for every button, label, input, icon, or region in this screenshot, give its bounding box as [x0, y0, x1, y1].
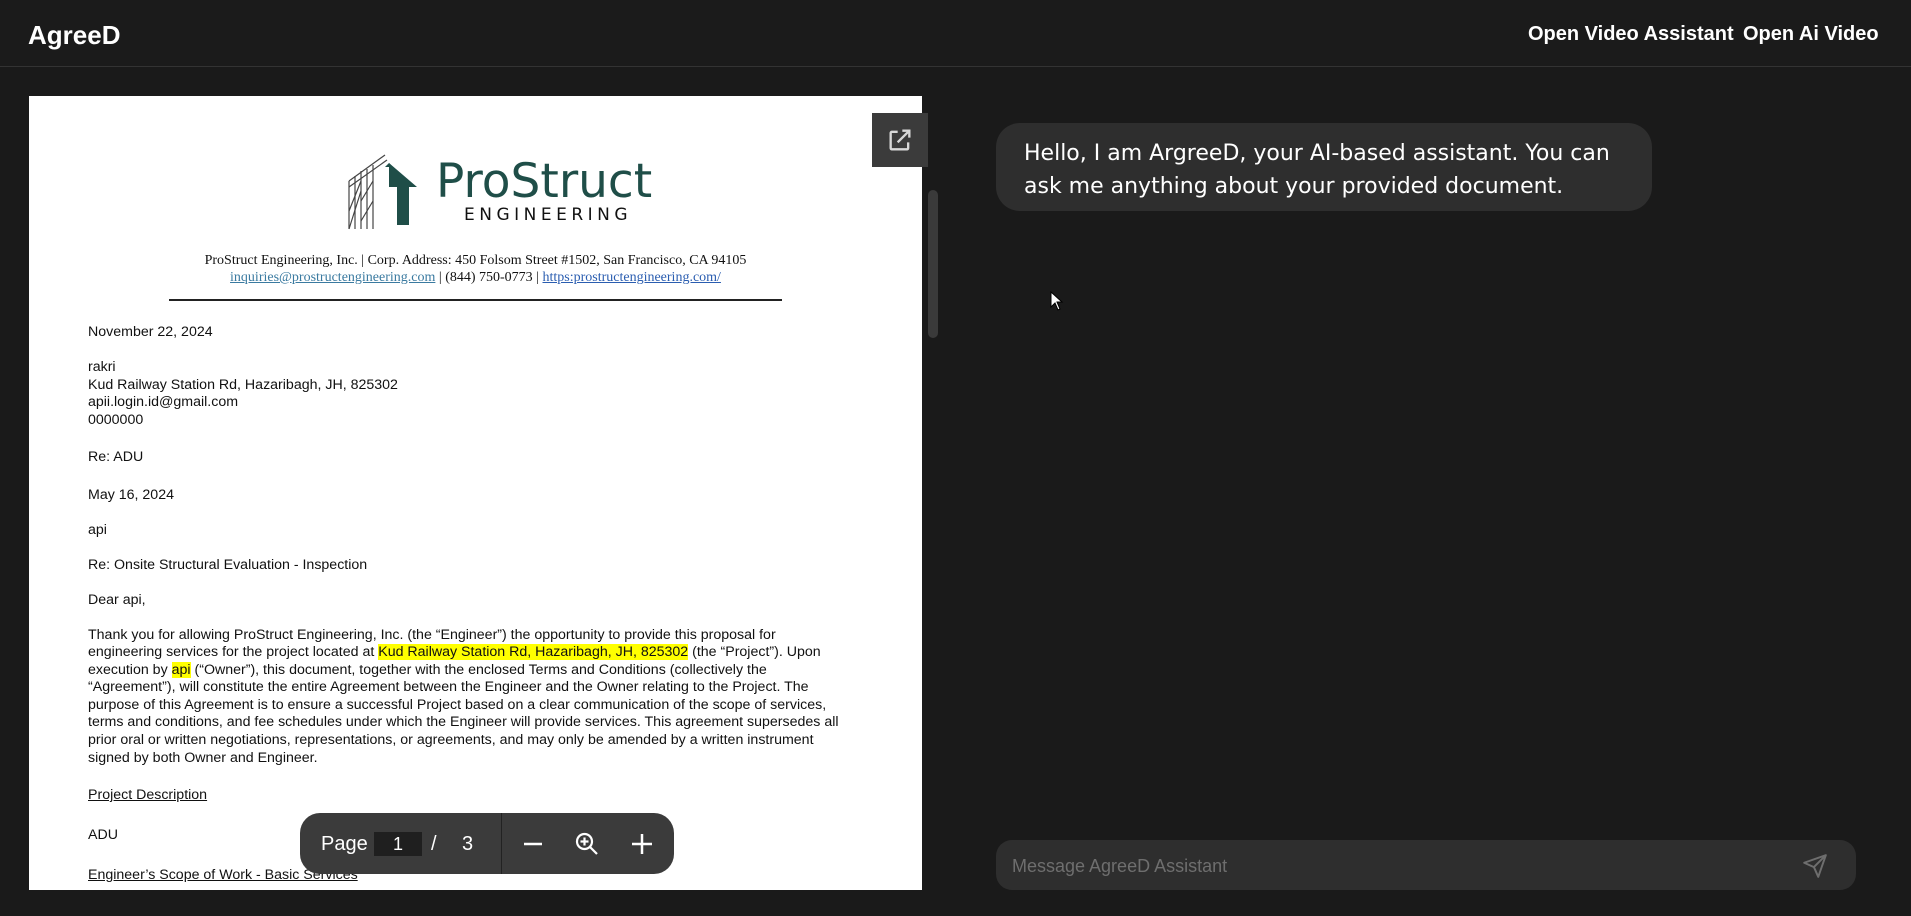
- body-text: execution by: [88, 662, 172, 678]
- body-line-1: Thank you for allowing ProStruct Enginee…: [88, 627, 776, 643]
- letter-date-2: May 16, 2024: [88, 487, 174, 503]
- zoom-in-button[interactable]: [624, 826, 660, 862]
- body-text: (the “Project”). Upon: [688, 644, 821, 660]
- salutation: Dear api,: [88, 592, 146, 608]
- message-composer: [996, 840, 1856, 890]
- logo-wordmark: ProStruct: [436, 154, 653, 209]
- body-line-5: purpose of this Agreement is to ensure a…: [88, 697, 827, 713]
- body-text: (“Owner”), this document, together with …: [190, 662, 767, 678]
- send-button[interactable]: [1799, 850, 1831, 882]
- zoom-reset-button[interactable]: [569, 826, 605, 862]
- page-number-input[interactable]: [374, 832, 422, 856]
- client-name: api: [88, 522, 107, 538]
- open-video-assistant-link[interactable]: Open Video Assistant: [1528, 23, 1734, 46]
- recipient-phone: 0000000: [88, 412, 144, 428]
- plus-icon: [632, 834, 652, 854]
- page-separator: /: [431, 833, 437, 855]
- body-line-2: engineering services for the project loc…: [88, 644, 821, 662]
- page-label: Page: [321, 833, 368, 855]
- pager-divider: [501, 813, 502, 874]
- page-total: 3: [462, 833, 474, 855]
- assistant-greeting-message: Hello, I am ArgreeD, your AI-based assis…: [996, 123, 1652, 211]
- letterhead-contacts: inquiries@prostructengineering.com | (84…: [29, 270, 922, 286]
- letterhead-divider: [169, 299, 782, 301]
- recipient-email: apii.login.id@gmail.com: [88, 394, 239, 410]
- letter-date: November 22, 2024: [88, 324, 213, 340]
- letterhead-address: ProStruct Engineering, Inc. | Corp. Addr…: [204, 253, 747, 268]
- mouse-cursor-icon: [1050, 291, 1064, 311]
- recipient-name: rakri: [88, 359, 116, 375]
- highlighted-client: api: [171, 662, 191, 678]
- send-icon: [1803, 854, 1827, 878]
- body-line-3: execution by api (“Owner”), this documen…: [88, 662, 767, 680]
- house-frame-icon: [348, 154, 417, 230]
- project-type: ADU: [88, 827, 118, 843]
- prostruct-logo: ProStruct ENGINEERING: [317, 151, 667, 231]
- viewer-scrollbar[interactable]: [928, 190, 938, 338]
- body-line-6: terms and conditions, and fee schedules …: [88, 714, 839, 730]
- letterhead-email-link[interactable]: inquiries@prostructengineering.com: [230, 270, 435, 285]
- body-line-8: signed by both Owner and Engineer.: [88, 750, 318, 766]
- pdf-viewer[interactable]: ProStruct ENGINEERING ProStruct Engineer…: [29, 96, 922, 890]
- magnifier-plus-icon: [575, 832, 598, 855]
- message-input[interactable]: [1010, 848, 1774, 884]
- logo-subtitle: ENGINEERING: [464, 205, 633, 225]
- re-project: Re: ADU: [88, 449, 144, 465]
- re-subject: Re: Onsite Structural Evaluation - Inspe…: [88, 557, 368, 573]
- recipient-address: Kud Railway Station Rd, Hazaribagh, JH, …: [88, 377, 398, 393]
- body-line-7: prior oral or written negotiations, repr…: [88, 732, 814, 748]
- body-text: engineering services for the project loc…: [88, 644, 379, 660]
- page-controls: Page / 3: [300, 813, 674, 874]
- section-project-description: Project Description: [88, 787, 208, 803]
- minus-icon: [524, 842, 542, 846]
- open-ai-video-link[interactable]: Open Ai Video: [1743, 23, 1879, 46]
- top-bar: AgreeD Open Video Assistant Open Ai Vide…: [0, 0, 1911, 67]
- letterhead-url-link[interactable]: https:prostructengineering.com/: [542, 270, 720, 285]
- highlighted-address: Kud Railway Station Rd, Hazaribagh, JH, …: [378, 644, 689, 660]
- open-external-button[interactable]: [872, 113, 928, 167]
- brand-logo[interactable]: AgreeD: [28, 20, 120, 51]
- body-line-4: “Agreement”), will constitute the entire…: [88, 679, 809, 695]
- external-link-icon: [889, 129, 911, 151]
- letterhead-phone: | (844) 750-0773 |: [435, 270, 543, 285]
- zoom-out-button[interactable]: [515, 826, 551, 862]
